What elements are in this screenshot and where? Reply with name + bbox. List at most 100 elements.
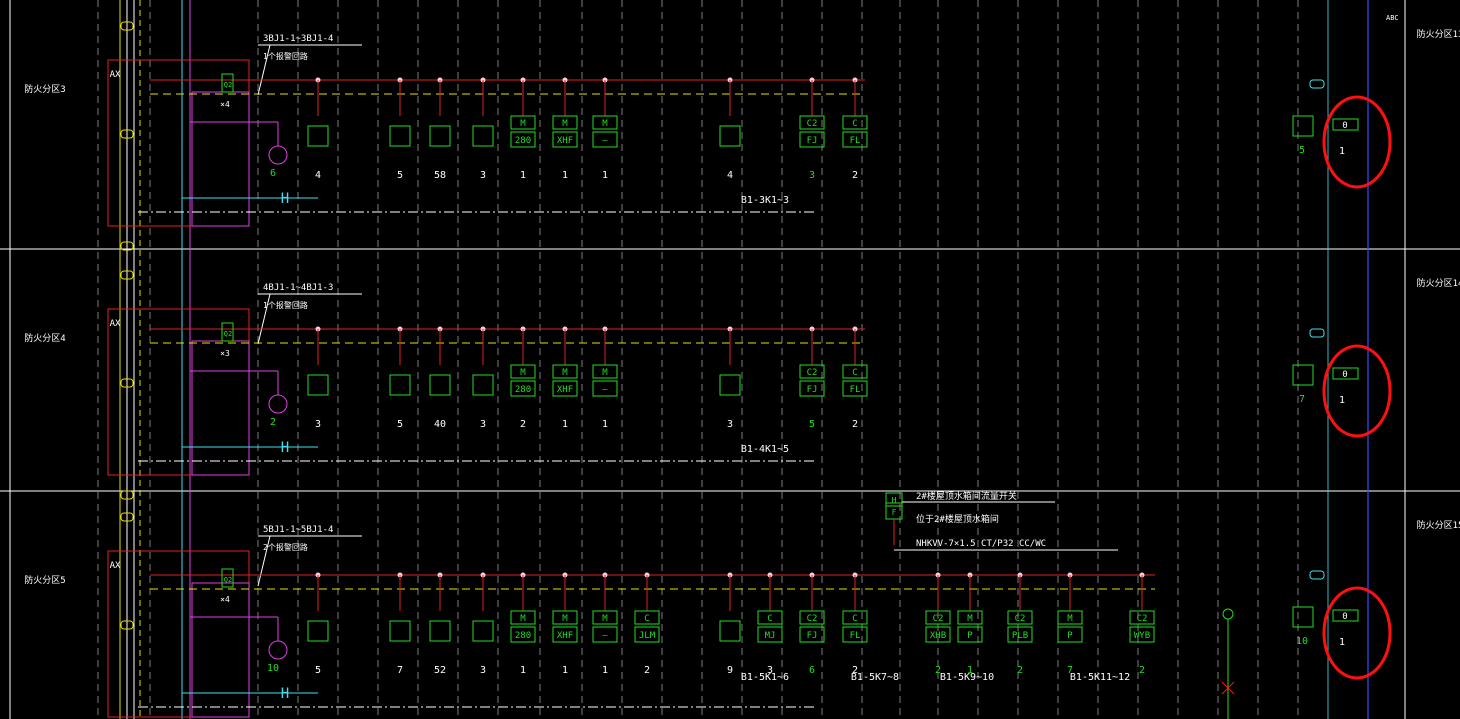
device-bottom-label: WYB xyxy=(1134,631,1150,641)
device: 58 xyxy=(429,77,451,181)
device-count: 4 xyxy=(727,170,733,181)
device-count: 52 xyxy=(434,665,446,676)
device: M XHF 1 xyxy=(552,326,578,430)
device-count: 2 xyxy=(1139,665,1145,676)
device-count: 5 xyxy=(315,665,321,676)
device: M 280 2 xyxy=(510,326,536,430)
device-bottom-label: P xyxy=(967,631,973,641)
device-count: 5 xyxy=(809,419,815,430)
device-symbol xyxy=(719,125,741,147)
device-top-label: M xyxy=(602,119,608,129)
device-count: 3 xyxy=(809,170,815,181)
device-count: 7 xyxy=(397,665,403,676)
device-count: 3 xyxy=(480,170,486,181)
device-top-label: M xyxy=(520,119,526,129)
phone-count: 5 xyxy=(1299,145,1305,156)
device: 5 xyxy=(389,77,411,181)
device-bottom-label: — xyxy=(602,385,608,395)
device-count: 2 xyxy=(520,419,526,430)
device-top-label: C2 xyxy=(933,614,944,624)
fire-alarm-system-diagram: 防火分区3 防火分区13 AX 3BJ1-1~3BJ1-4 1个报警回路 Q2 ×4 6 H 4 5… xyxy=(0,0,1460,719)
device: CFL2 xyxy=(842,572,868,676)
loop-label: 2个报警回路 xyxy=(263,542,308,552)
device-count: 9 xyxy=(727,665,733,676)
device-bottom-label: 280 xyxy=(515,631,531,641)
device-symbol xyxy=(472,125,494,147)
module-q2-label: Q2 xyxy=(224,576,232,584)
device-bottom-label: FL xyxy=(850,136,861,146)
magenta-box xyxy=(191,340,250,476)
panel-box-label: 0 xyxy=(1342,370,1347,380)
device: CFL2 xyxy=(842,326,868,430)
device: 4 xyxy=(719,77,741,181)
phone-count: 7 xyxy=(1299,394,1305,405)
device-top-label: M xyxy=(602,614,608,624)
device-count: 3 xyxy=(480,665,486,676)
branch-label: B1-5K9~10 xyxy=(940,672,994,683)
bell-icon xyxy=(268,640,288,660)
device: MP1 xyxy=(957,572,983,676)
device-bottom-label: XHF xyxy=(557,631,573,641)
device-top-label: C2 xyxy=(807,368,818,378)
annotation-cable: NHKVV-7×1.5 CT/P32 CC/WC xyxy=(916,539,1046,549)
device-bottom-label: PLB xyxy=(1012,631,1028,641)
device-symbol xyxy=(429,125,451,147)
range-label: 4BJ1-1~4BJ1-3 xyxy=(263,283,333,293)
device: C2 FJ 6 xyxy=(799,572,825,676)
highlight-circle xyxy=(1322,95,1392,189)
range-label: 3BJ1-1~3BJ1-4 xyxy=(263,34,333,44)
range-label: 5BJ1-1~5BJ1-4 xyxy=(263,525,333,535)
panel-terminal xyxy=(1309,570,1325,580)
panel-number: 1 xyxy=(1339,146,1345,157)
device-count: 5 xyxy=(397,419,403,430)
device: 3 xyxy=(719,326,741,430)
device-symbol xyxy=(307,620,329,642)
device: 5 xyxy=(307,572,329,676)
device-bottom-label: P xyxy=(1067,631,1073,641)
module-q2-label: Q2 xyxy=(224,81,232,89)
zone-right-label: 防火分区13 xyxy=(1417,28,1460,40)
device-bottom-label: FL xyxy=(850,631,861,641)
circle-marker-icon xyxy=(1222,608,1234,620)
device-bottom-label: — xyxy=(602,631,608,641)
phone-count: 10 xyxy=(1296,636,1308,647)
branch-label: B1-5K11~12 xyxy=(1070,672,1130,683)
zone-frames xyxy=(119,0,191,719)
device: M XHF 1 xyxy=(552,77,578,181)
device-top-label: M xyxy=(562,119,568,129)
device-count: 1 xyxy=(562,419,568,430)
device-count: 2 xyxy=(852,170,858,181)
h-symbol: H xyxy=(281,686,289,702)
device-top-label: M xyxy=(562,614,568,624)
ax-label: AX xyxy=(110,70,121,80)
device-bottom-label: — xyxy=(602,136,608,146)
device-symbol xyxy=(472,620,494,642)
annotation-line2: 位于2#楼屋顶水箱间 xyxy=(916,513,999,525)
device-symbol xyxy=(307,374,329,396)
top-right-note: ABC xyxy=(1386,14,1399,22)
device-count: 58 xyxy=(434,170,446,181)
bell-icon xyxy=(268,394,288,414)
device: 3 xyxy=(307,326,329,430)
top-right-note-text: ABC xyxy=(1386,14,1399,22)
device-symbol xyxy=(389,374,411,396)
device-top-label: C2 xyxy=(807,614,818,624)
device-bottom-label: XHF xyxy=(557,136,573,146)
device-count: 1 xyxy=(562,665,568,676)
device: 52 xyxy=(429,572,451,676)
phone-icon xyxy=(1292,364,1314,386)
device-count: 1 xyxy=(520,170,526,181)
zone-right-label: 防火分区15 xyxy=(1417,519,1460,531)
device: C JLM 2 xyxy=(634,572,660,676)
device-bottom-label: XHF xyxy=(557,385,573,395)
device-symbol xyxy=(429,620,451,642)
device-count: 5 xyxy=(397,170,403,181)
device-top-label: C xyxy=(767,614,772,624)
device-top-label: C xyxy=(852,119,857,129)
module-q2-label: Q2 xyxy=(224,330,232,338)
annotation-box-top-label: H xyxy=(892,496,897,505)
device-symbol xyxy=(719,374,741,396)
multiplier: ×4 xyxy=(220,595,230,604)
bell-count: 2 xyxy=(270,417,276,428)
device: C2 FJ 5 xyxy=(799,326,825,430)
